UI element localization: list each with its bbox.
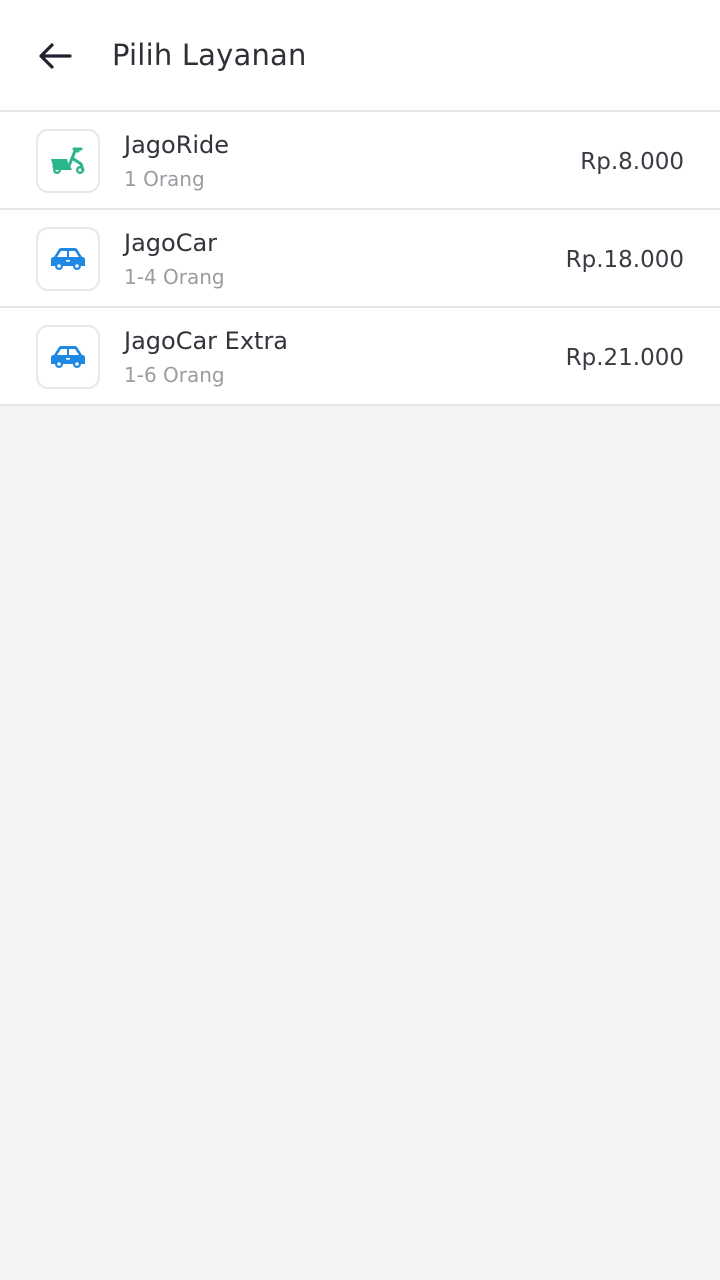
service-icon-box xyxy=(36,129,100,193)
service-capacity: 1-4 Orang xyxy=(124,265,225,289)
service-list: JagoRide 1 Orang Rp.8.000 JagoCar 1-4 Or… xyxy=(0,112,720,406)
arrow-left-icon xyxy=(39,43,72,69)
app-screen: Pilih Layanan JagoRide 1 Orang Rp.8.000 … xyxy=(0,0,720,1280)
service-name: JagoCar Extra xyxy=(124,327,289,355)
scooter-icon xyxy=(51,147,85,174)
service-capacity: 1-6 Orang xyxy=(124,363,225,387)
car-icon xyxy=(51,248,85,270)
service-icon-box xyxy=(36,325,100,389)
header-bar: Pilih Layanan xyxy=(0,0,720,112)
service-price: Rp.8.000 xyxy=(580,149,684,175)
service-capacity: 1 Orang xyxy=(124,167,205,191)
back-button[interactable] xyxy=(30,32,80,80)
car-icon xyxy=(51,346,85,368)
service-item-jagoride[interactable]: JagoRide 1 Orang Rp.8.000 xyxy=(0,112,720,210)
service-name: JagoCar xyxy=(124,229,218,257)
service-item-jagocar[interactable]: JagoCar 1-4 Orang Rp.18.000 xyxy=(0,210,720,308)
page-title: Pilih Layanan xyxy=(112,38,307,72)
service-name: JagoRide xyxy=(124,131,230,159)
service-item-jagocar-extra[interactable]: JagoCar Extra 1-6 Orang Rp.21.000 xyxy=(0,308,720,406)
service-icon-box xyxy=(36,227,100,291)
service-price: Rp.18.000 xyxy=(565,247,684,273)
service-price: Rp.21.000 xyxy=(565,345,684,371)
